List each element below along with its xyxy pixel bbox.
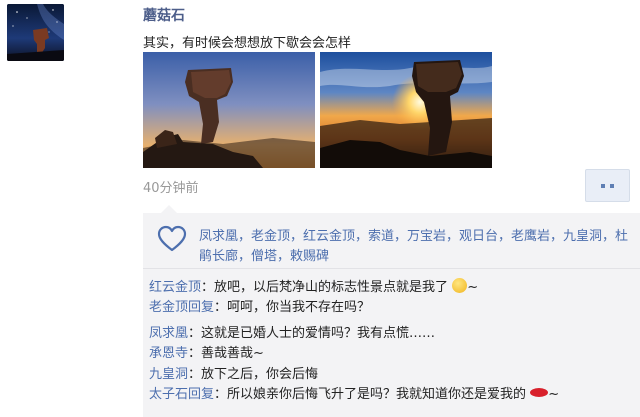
comment-item[interactable]: 承恩寺：善哉善哉~ — [149, 342, 264, 361]
comment-separator: ： — [188, 367, 202, 382]
comment-text: 所以娘亲你后悔飞升了是吗？我就知道你还是爱我的 — [227, 387, 527, 402]
comment-tail: ~ — [467, 280, 479, 295]
avatar[interactable] — [7, 4, 64, 61]
comment-item[interactable]: 凤求凰：这就是已婚人士的爱情吗？我有点慌…… — [149, 322, 435, 341]
post-photo-1[interactable] — [143, 52, 315, 168]
divider — [143, 268, 640, 269]
mushroom-rock-photo — [143, 52, 315, 168]
comment-text: 呵呵，你当我不存在吗？ — [227, 300, 371, 315]
comment-author[interactable]: 太子石回复 — [149, 387, 214, 402]
username[interactable]: 蘑菇石 — [143, 5, 185, 25]
comment-dot-icon — [610, 183, 614, 188]
lips-emoji-icon — [530, 388, 549, 397]
comment-separator: ： — [188, 346, 202, 361]
comment-tail: ~ — [548, 387, 560, 402]
panel-arrow — [161, 205, 177, 213]
sunset-rock-photo — [320, 52, 492, 168]
comment-separator: ： — [214, 300, 228, 315]
post-text: 其实，有时候会想想放下歇会会怎样 — [143, 36, 352, 51]
avatar-image — [7, 4, 64, 61]
comment-text: 放下之后，你会后悔 — [201, 367, 319, 382]
likes-names[interactable]: 凤求凰，老金顶，红云金顶，索道，万宝岩，观日台，老鹰岩，九皇洞，杜鹃长廊，僧塔，… — [199, 227, 629, 267]
post-photo-2[interactable] — [320, 52, 492, 168]
comment-item[interactable]: 太子石回复：所以娘亲你后悔飞升了是吗？我就知道你还是爱我的 ~ — [149, 383, 559, 402]
comment-author[interactable]: 红云金顶 — [149, 280, 201, 295]
likes-row: 凤求凰，老金顶，红云金顶，索道，万宝岩，观日台，老鹰岩，九皇洞，杜鹃长廊，僧塔，… — [143, 220, 640, 272]
comment-text: 放吧，以后梵净山的标志性景点就是我了 — [214, 280, 449, 295]
comment-author[interactable]: 九皇洞 — [149, 367, 188, 382]
comment-author[interactable]: 老金顶回复 — [149, 300, 214, 315]
grin-emoji-icon — [452, 278, 468, 293]
comment-separator: ： — [188, 326, 202, 341]
comment-text: 善哉善哉~ — [201, 346, 264, 361]
comment-dot-icon — [601, 183, 605, 188]
comment-item[interactable]: 九皇洞：放下之后，你会后悔 — [149, 363, 318, 382]
comment-button[interactable] — [585, 169, 630, 202]
comment-separator: ： — [214, 387, 228, 402]
comment-text: 这就是已婚人士的爱情吗？我有点慌…… — [201, 326, 436, 341]
comment-author[interactable]: 承恩寺 — [149, 346, 188, 361]
comment-item[interactable]: 老金顶回复：呵呵，你当我不存在吗？ — [149, 296, 370, 315]
heart-icon — [157, 225, 187, 252]
comment-item[interactable]: 红云金顶：放吧，以后梵净山的标志性景点就是我了 ~ — [149, 276, 478, 295]
comment-separator: ： — [201, 280, 215, 295]
post-timestamp: 40分钟前 — [143, 181, 199, 196]
comment-author[interactable]: 凤求凰 — [149, 326, 188, 341]
